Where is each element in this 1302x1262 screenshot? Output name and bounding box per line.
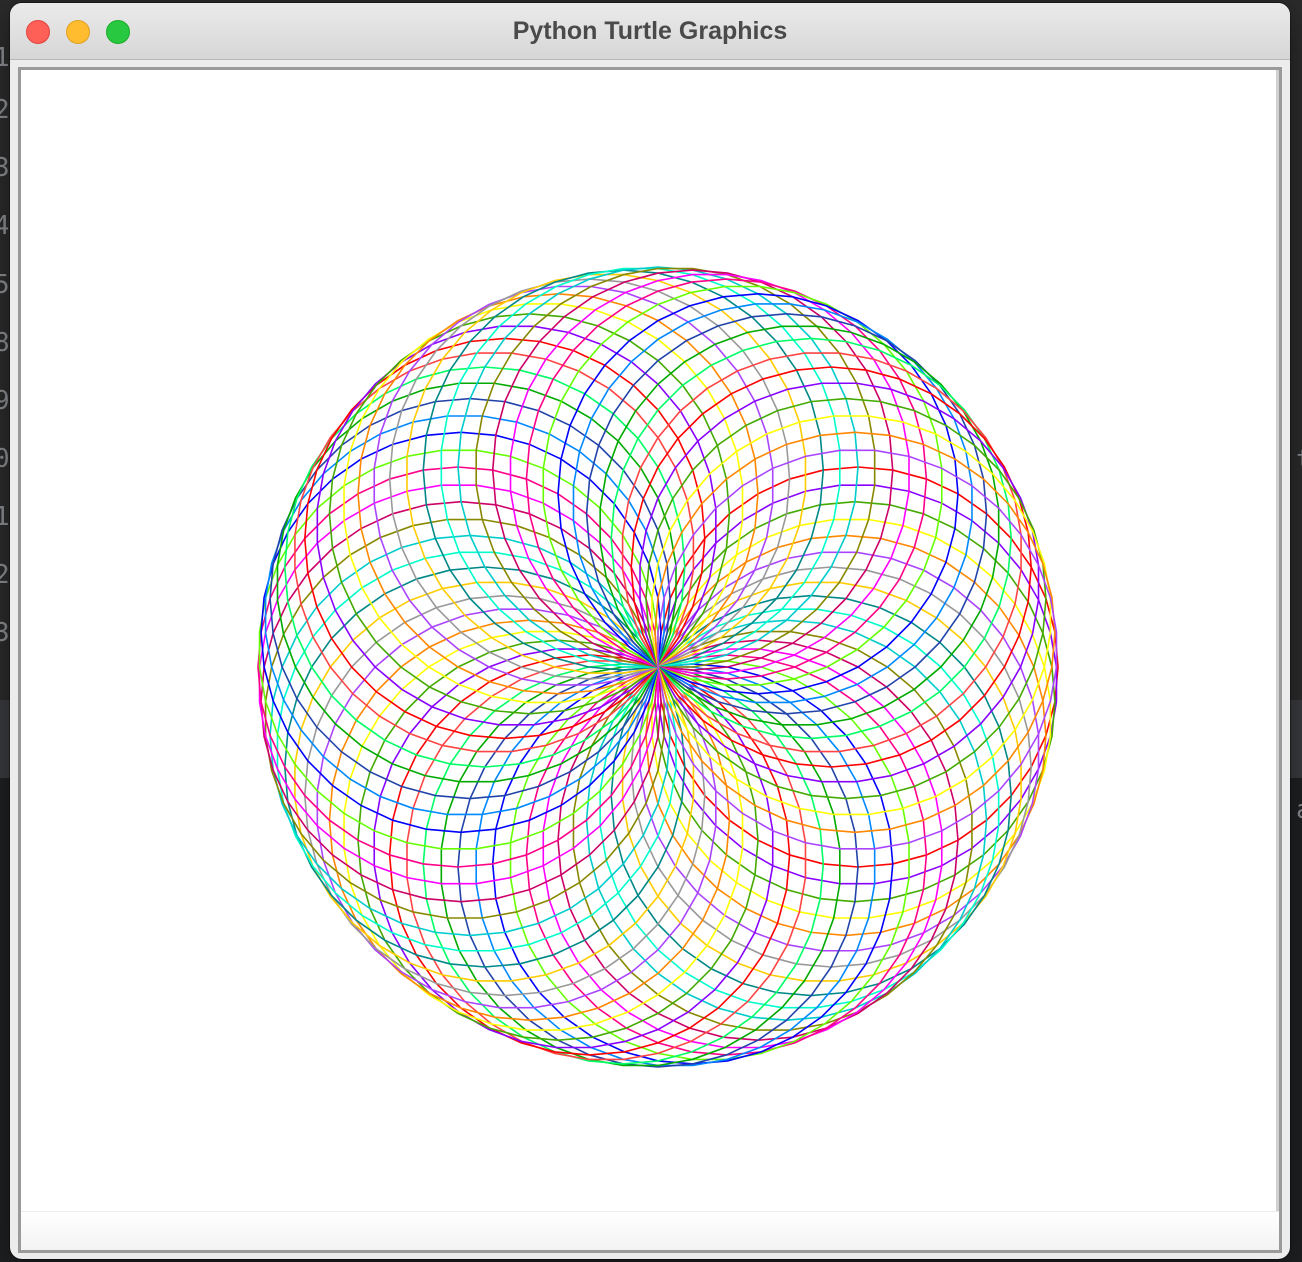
background-glyph: a [1296,795,1302,825]
gutter-number: 1 [0,504,8,530]
horizontal-scroll-area[interactable] [21,1211,1279,1250]
gutter-number: 2 [0,562,8,588]
gutter-number: 4 [0,213,8,239]
gutter-number: 5 [0,272,8,298]
turtle-window: Python Turtle Graphics [10,3,1290,1259]
turtle-drawing-canvas[interactable] [21,70,1279,1212]
gutter-number: 3 [0,155,8,181]
gutter-number: 2 [0,97,8,123]
gutter-number: 1 [0,45,8,71]
background-glyph: t [1296,445,1302,475]
gutter-number: 9 [0,388,8,414]
gutter-number: 3 [0,620,8,646]
window-title: Python Turtle Graphics [512,17,788,45]
turtle-canvas-frame [18,67,1282,1253]
gutter-number: 0 [0,446,8,472]
gutter-number: 8 [0,330,8,356]
title-bar[interactable]: Python Turtle Graphics [10,3,1290,60]
